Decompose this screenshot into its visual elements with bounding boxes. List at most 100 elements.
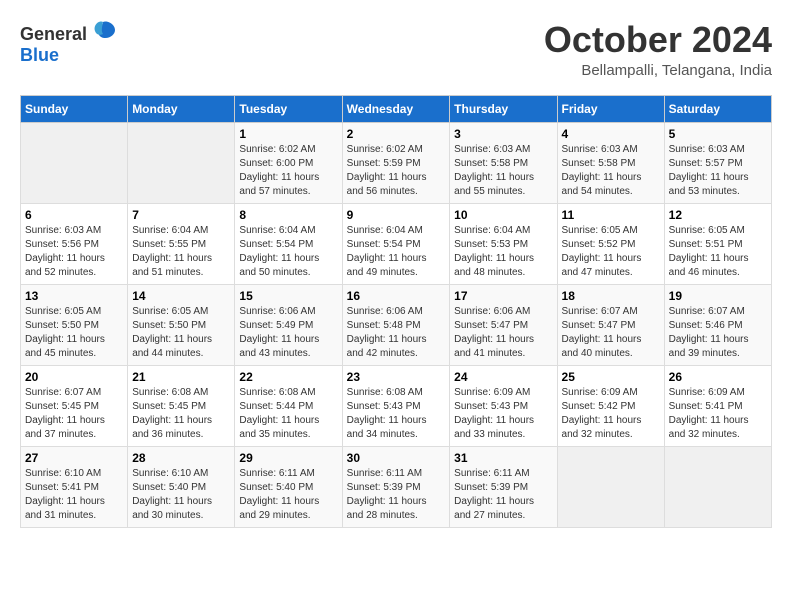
calendar-day-header: Monday: [128, 95, 235, 122]
logo-bird-icon: [89, 20, 117, 40]
month-title: October 2024: [544, 20, 772, 60]
page-header: General Blue October 2024 Bellampalli, T…: [20, 20, 772, 79]
calendar-day-header: Friday: [557, 95, 664, 122]
day-info: Sunrise: 6:09 AM Sunset: 5:42 PM Dayligh…: [562, 386, 660, 442]
calendar-cell: 3Sunrise: 6:03 AM Sunset: 5:58 PM Daylig…: [450, 122, 557, 203]
calendar-week-row: 27Sunrise: 6:10 AM Sunset: 5:41 PM Dayli…: [21, 446, 772, 527]
day-info: Sunrise: 6:07 AM Sunset: 5:45 PM Dayligh…: [25, 386, 123, 442]
calendar-cell: [128, 122, 235, 203]
day-info: Sunrise: 6:04 AM Sunset: 5:54 PM Dayligh…: [239, 224, 337, 280]
logo-text: General Blue: [20, 20, 117, 66]
calendar-cell: 30Sunrise: 6:11 AM Sunset: 5:39 PM Dayli…: [342, 446, 450, 527]
day-info: Sunrise: 6:08 AM Sunset: 5:44 PM Dayligh…: [239, 386, 337, 442]
day-number: 24: [454, 370, 552, 384]
day-number: 3: [454, 127, 552, 141]
day-number: 27: [25, 451, 123, 465]
day-number: 22: [239, 370, 337, 384]
calendar-cell: [664, 446, 771, 527]
calendar-cell: 20 Sunrise: 6:07 AM Sunset: 5:45 PM Dayli…: [21, 365, 128, 446]
calendar-cell: 8 Sunrise: 6:04 AM Sunset: 5:54 PM Daylig…: [235, 203, 342, 284]
day-number: 15: [239, 289, 337, 303]
day-info: Sunrise: 6:10 AM Sunset: 5:40 PM Dayligh…: [132, 467, 230, 523]
title-block: October 2024 Bellampalli, Telangana, Ind…: [544, 20, 772, 79]
location-title: Bellampalli, Telangana, India: [544, 62, 772, 79]
day-number: 29: [239, 451, 337, 465]
calendar-cell: 13Sunrise: 6:05 AM Sunset: 5:50 PM Dayli…: [21, 284, 128, 365]
calendar-cell: 17 Sunrise: 6:06 AM Sunset: 5:47 PM Dayli…: [450, 284, 557, 365]
logo: General Blue: [20, 20, 117, 66]
day-info: Sunrise: 6:06 AM Sunset: 5:48 PM Dayligh…: [347, 305, 446, 361]
day-number: 19: [669, 289, 767, 303]
calendar-cell: 1 Sunrise: 6:02 AM Sunset: 6:00 PM Daylig…: [235, 122, 342, 203]
calendar-day-header: Wednesday: [342, 95, 450, 122]
day-number: 8: [239, 208, 337, 222]
day-info: Sunrise: 6:04 AM Sunset: 5:54 PM Dayligh…: [347, 224, 446, 280]
logo-blue: Blue: [20, 45, 59, 65]
calendar-cell: 23 Sunrise: 6:08 AM Sunset: 5:43 PM Dayli…: [342, 365, 450, 446]
day-info: Sunrise: 6:05 AM Sunset: 5:50 PM Dayligh…: [132, 305, 230, 361]
day-info: Sunrise: 6:08 AM Sunset: 5:43 PM Dayligh…: [347, 386, 446, 442]
day-number: 21: [132, 370, 230, 384]
calendar-week-row: 6Sunrise: 6:03 AM Sunset: 5:56 PM Daylig…: [21, 203, 772, 284]
day-number: 4: [562, 127, 660, 141]
day-number: 1: [239, 127, 337, 141]
day-number: 12: [669, 208, 767, 222]
calendar-cell: 11Sunrise: 6:05 AM Sunset: 5:52 PM Dayli…: [557, 203, 664, 284]
day-info: Sunrise: 6:09 AM Sunset: 5:41 PM Dayligh…: [669, 386, 767, 442]
day-info: Sunrise: 6:05 AM Sunset: 5:51 PM Dayligh…: [669, 224, 767, 280]
day-number: 31: [454, 451, 552, 465]
calendar-day-header: Thursday: [450, 95, 557, 122]
day-number: 2: [347, 127, 446, 141]
calendar-day-header: Saturday: [664, 95, 771, 122]
calendar-cell: 2 Sunrise: 6:02 AM Sunset: 5:59 PM Daylig…: [342, 122, 450, 203]
day-info: Sunrise: 6:02 AM Sunset: 5:59 PM Dayligh…: [347, 143, 446, 199]
calendar-cell: 26 Sunrise: 6:09 AM Sunset: 5:41 PM Dayli…: [664, 365, 771, 446]
day-info: Sunrise: 6:06 AM Sunset: 5:47 PM Dayligh…: [454, 305, 552, 361]
day-info: Sunrise: 6:07 AM Sunset: 5:47 PM Dayligh…: [562, 305, 660, 361]
day-info: Sunrise: 6:04 AM Sunset: 5:55 PM Dayligh…: [132, 224, 230, 280]
day-number: 28: [132, 451, 230, 465]
logo-general: General: [20, 24, 87, 44]
calendar-cell: 25 Sunrise: 6:09 AM Sunset: 5:42 PM Dayli…: [557, 365, 664, 446]
calendar-cell: 21 Sunrise: 6:08 AM Sunset: 5:45 PM Dayli…: [128, 365, 235, 446]
calendar-cell: 19 Sunrise: 6:07 AM Sunset: 5:46 PM Dayli…: [664, 284, 771, 365]
calendar-cell: 24 Sunrise: 6:09 AM Sunset: 5:43 PM Dayli…: [450, 365, 557, 446]
calendar-cell: 6Sunrise: 6:03 AM Sunset: 5:56 PM Daylig…: [21, 203, 128, 284]
day-info: Sunrise: 6:03 AM Sunset: 5:57 PM Dayligh…: [669, 143, 767, 199]
day-info: Sunrise: 6:11 AM Sunset: 5:40 PM Dayligh…: [239, 467, 337, 523]
day-info: Sunrise: 6:07 AM Sunset: 5:46 PM Dayligh…: [669, 305, 767, 361]
day-number: 17: [454, 289, 552, 303]
calendar-week-row: 13Sunrise: 6:05 AM Sunset: 5:50 PM Dayli…: [21, 284, 772, 365]
day-number: 20: [25, 370, 123, 384]
calendar-cell: 31 Sunrise: 6:11 AM Sunset: 5:39 PM Dayli…: [450, 446, 557, 527]
day-number: 30: [347, 451, 446, 465]
calendar-cell: 29 Sunrise: 6:11 AM Sunset: 5:40 PM Dayli…: [235, 446, 342, 527]
day-number: 26: [669, 370, 767, 384]
day-info: Sunrise: 6:11 AM Sunset: 5:39 PM Dayligh…: [454, 467, 552, 523]
calendar-cell: 7 Sunrise: 6:04 AM Sunset: 5:55 PM Daylig…: [128, 203, 235, 284]
calendar-cell: 18 Sunrise: 6:07 AM Sunset: 5:47 PM Dayli…: [557, 284, 664, 365]
calendar-cell: 16Sunrise: 6:06 AM Sunset: 5:48 PM Dayli…: [342, 284, 450, 365]
day-info: Sunrise: 6:08 AM Sunset: 5:45 PM Dayligh…: [132, 386, 230, 442]
day-info: Sunrise: 6:05 AM Sunset: 5:50 PM Dayligh…: [25, 305, 123, 361]
calendar-cell: 15 Sunrise: 6:06 AM Sunset: 5:49 PM Dayli…: [235, 284, 342, 365]
day-number: 25: [562, 370, 660, 384]
day-number: 14: [132, 289, 230, 303]
calendar-cell: 14 Sunrise: 6:05 AM Sunset: 5:50 PM Dayli…: [128, 284, 235, 365]
calendar-table: SundayMondayTuesdayWednesdayThursdayFrid…: [20, 95, 772, 528]
day-number: 7: [132, 208, 230, 222]
day-number: 18: [562, 289, 660, 303]
calendar-week-row: 1 Sunrise: 6:02 AM Sunset: 6:00 PM Daylig…: [21, 122, 772, 203]
day-info: Sunrise: 6:04 AM Sunset: 5:53 PM Dayligh…: [454, 224, 552, 280]
calendar-day-header: Tuesday: [235, 95, 342, 122]
calendar-header-row: SundayMondayTuesdayWednesdayThursdayFrid…: [21, 95, 772, 122]
day-info: Sunrise: 6:02 AM Sunset: 6:00 PM Dayligh…: [239, 143, 337, 199]
calendar-cell: 10Sunrise: 6:04 AM Sunset: 5:53 PM Dayli…: [450, 203, 557, 284]
day-number: 23: [347, 370, 446, 384]
calendar-cell: [21, 122, 128, 203]
calendar-cell: [557, 446, 664, 527]
day-info: Sunrise: 6:06 AM Sunset: 5:49 PM Dayligh…: [239, 305, 337, 361]
calendar-cell: 9Sunrise: 6:04 AM Sunset: 5:54 PM Daylig…: [342, 203, 450, 284]
day-info: Sunrise: 6:03 AM Sunset: 5:58 PM Dayligh…: [562, 143, 660, 199]
day-info: Sunrise: 6:09 AM Sunset: 5:43 PM Dayligh…: [454, 386, 552, 442]
